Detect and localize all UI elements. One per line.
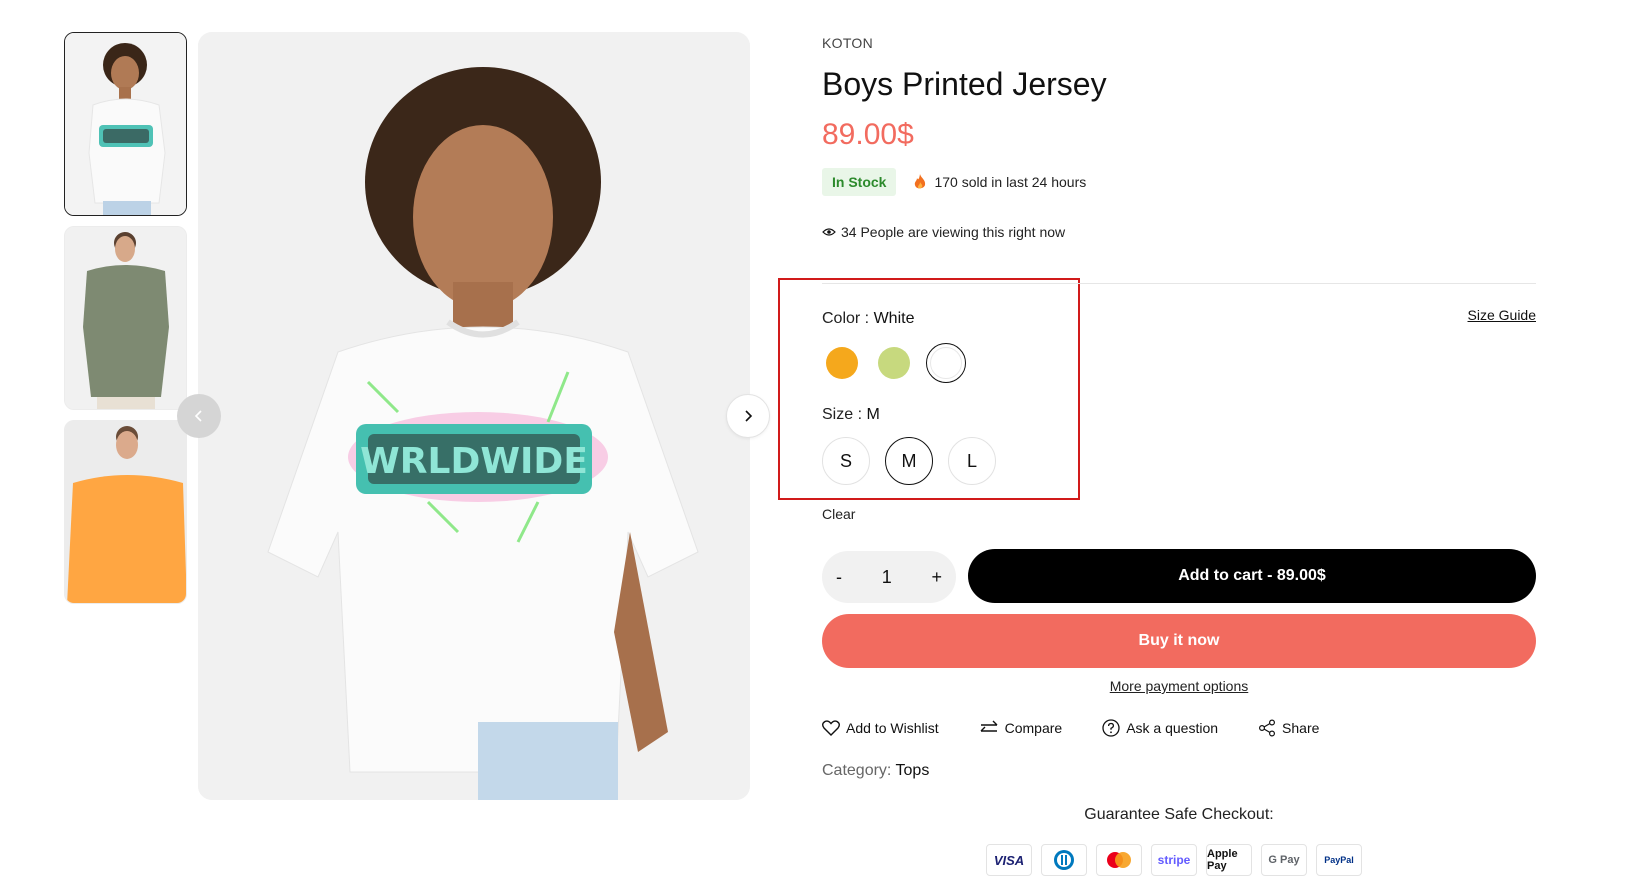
stripe-icon: stripe <box>1151 844 1197 876</box>
category-label: Category: <box>822 762 896 779</box>
paypal-icon: PayPal <box>1316 844 1362 876</box>
quantity-increase-button[interactable]: + <box>931 567 942 588</box>
visa-icon: VISA <box>986 844 1032 876</box>
share-icon <box>1259 719 1276 737</box>
sold-text: 170 sold in last 24 hours <box>934 174 1087 190</box>
more-payment-options-link[interactable]: More payment options <box>1110 678 1249 694</box>
print-text: WRLDWIDE <box>360 441 588 482</box>
product-vendor[interactable]: KOTON <box>822 35 873 51</box>
thumbnail-1[interactable] <box>64 32 187 216</box>
compare-label: Compare <box>1004 720 1063 736</box>
main-product-image: WRLDWIDE <box>198 32 750 800</box>
gallery-prev-button[interactable] <box>177 394 221 438</box>
compare-button[interactable]: Compare <box>979 720 1063 736</box>
payment-methods: VISA stripe Apple Pay G Pay PayPal <box>986 844 1362 876</box>
product-category: Category: Tops <box>822 762 929 780</box>
color-swatches <box>822 343 966 383</box>
apple-pay-text: Apple Pay <box>1207 848 1238 872</box>
google-pay-icon: G Pay <box>1261 844 1307 876</box>
divider <box>822 283 1536 284</box>
thumbnail-3[interactable] <box>64 420 187 604</box>
thumbnail-image-green-shirt <box>65 227 186 409</box>
swatch-dot <box>930 347 962 379</box>
swatch-dot <box>878 347 910 379</box>
ask-question-label: Ask a question <box>1126 720 1219 736</box>
eye-icon <box>822 228 836 236</box>
product-actions: Add to Wishlist Compare Ask a question S… <box>822 719 1359 737</box>
share-label: Share <box>1282 720 1320 736</box>
color-swatch-green[interactable] <box>874 343 914 383</box>
size-option-l[interactable]: L <box>948 437 996 485</box>
fire-icon <box>915 174 926 189</box>
apple-pay-icon: Apple Pay <box>1206 844 1252 876</box>
share-button[interactable]: Share <box>1258 719 1319 737</box>
compare-icon <box>980 720 998 732</box>
quantity-stepper: - 1 + <box>822 551 956 603</box>
thumbnail-2[interactable] <box>64 226 187 410</box>
mastercard-icon <box>1096 844 1142 876</box>
size-options: S M L <box>822 437 996 485</box>
stock-row: In Stock 170 sold in last 24 hours <box>822 168 1086 196</box>
add-to-cart-button[interactable]: Add to cart - 89.00$ <box>968 549 1536 603</box>
stock-badge: In Stock <box>822 168 897 196</box>
size-guide-link[interactable]: Size Guide <box>1468 307 1536 323</box>
add-to-wishlist-button[interactable]: Add to Wishlist <box>822 720 939 736</box>
color-selected-value: White <box>873 310 915 327</box>
buy-now-button[interactable]: Buy it now <box>822 614 1536 668</box>
google-pay-text: G Pay <box>1268 854 1300 866</box>
heart-icon <box>822 720 840 736</box>
viewing-text: 34 People are viewing this right now <box>841 224 1066 240</box>
clear-selection-link[interactable]: Clear <box>822 506 855 522</box>
visa-text: VISA <box>993 852 1025 868</box>
diners-club-icon <box>1041 844 1087 876</box>
size-option-m[interactable]: M <box>885 437 933 485</box>
diners-logo <box>1054 850 1074 870</box>
product-photo-boy: WRLDWIDE <box>198 32 750 800</box>
chevron-right-icon <box>745 410 753 422</box>
quantity-value[interactable]: 1 <box>882 567 892 588</box>
color-swatch-orange[interactable] <box>822 343 862 383</box>
paypal-text: PayPal <box>1324 855 1354 865</box>
wishlist-label: Add to Wishlist <box>846 720 939 736</box>
color-label: Color : White <box>822 310 914 328</box>
stripe-text: stripe <box>1157 853 1191 867</box>
color-swatch-white[interactable] <box>926 343 966 383</box>
question-icon <box>1102 719 1120 737</box>
category-link[interactable]: Tops <box>896 762 930 779</box>
thumbnail-image-orange-shirt <box>65 421 186 603</box>
chevron-left-icon <box>194 410 202 422</box>
gallery-next-button[interactable] <box>726 394 770 438</box>
swatch-dot <box>826 347 858 379</box>
size-selected-value: M <box>866 406 880 423</box>
product-price: 89.00$ <box>822 118 914 151</box>
more-payment-options: More payment options <box>822 678 1536 694</box>
thumbnail-image-boy <box>65 33 186 215</box>
quantity-decrease-button[interactable]: - <box>836 567 842 588</box>
size-label-text: Size : <box>822 406 867 423</box>
guarantee-heading: Guarantee Safe Checkout: <box>1084 806 1274 823</box>
ask-question-button[interactable]: Ask a question <box>1102 719 1218 737</box>
color-label-text: Color : <box>822 310 874 327</box>
product-title: Boys Printed Jersey <box>822 66 1107 102</box>
size-option-s[interactable]: S <box>822 437 870 485</box>
size-label: Size : M <box>822 406 880 424</box>
thumbnail-list <box>64 32 187 614</box>
viewing-info: 34 People are viewing this right now <box>822 224 1065 240</box>
mastercard-logo <box>1107 852 1131 868</box>
sold-info: 170 sold in last 24 hours <box>912 173 1086 191</box>
